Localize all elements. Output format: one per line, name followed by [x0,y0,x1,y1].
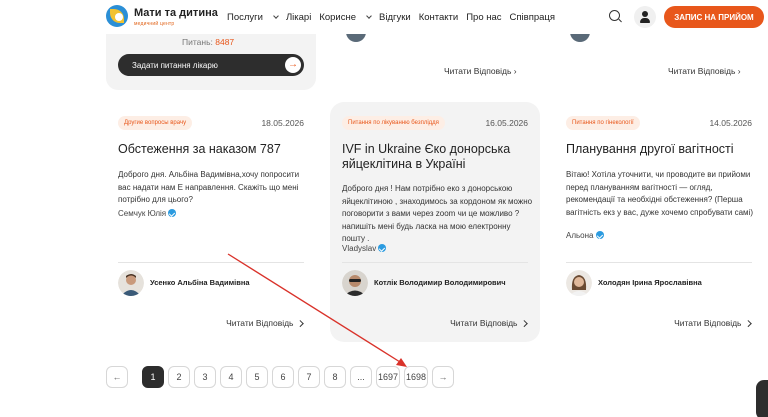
question-date: 14.05.2026 [709,118,752,128]
page-button[interactable]: 7 [298,366,320,388]
question-title[interactable]: Планування другої вагітності [566,142,756,157]
page-ellipsis: ... [350,366,372,388]
page-button[interactable]: 8 [324,366,346,388]
read-answer-link[interactable]: Читати Відповідь › [444,66,517,76]
verified-icon [168,209,177,217]
page-button[interactable]: 1697 [376,366,400,388]
nav-item-contacts[interactable]: Контакти [419,12,459,23]
site-header: Мати та дитина медичний центр Послуги Лі… [0,0,768,34]
divider [118,262,304,263]
brand-subtitle: медичний центр [134,21,175,27]
doctor-name[interactable]: Усенко Альбіна Вадимівна [150,278,250,287]
doctor-avatar [566,270,592,296]
nav-item-useful[interactable]: Корисне [319,12,372,23]
brand-name[interactable]: Мати та дитина [134,7,218,19]
nav-item-partnership[interactable]: Співпраця [510,12,555,23]
page-button[interactable]: 1 [142,366,164,388]
question-body: Вітаю! Хотіла уточнити, чи проводите ви … [566,170,753,217]
doctor-avatar [118,270,144,296]
question-body: Доброго дня. Альбіна Вадимівна,хочу попр… [118,170,300,204]
page-button[interactable]: 3 [194,366,216,388]
arrow-right-icon: → [285,57,301,73]
category-tag[interactable]: Питання по лікуванню безпліддя [342,116,445,130]
question-body: Доброго дня ! Нам потрібно еко з донорсь… [342,184,533,243]
question-card[interactable]: Другие вопросы врачу 18.05.2026 Обстежен… [106,102,316,342]
question-author: Vladyslav [342,243,387,253]
category-tag[interactable]: Питання по гінекології [566,116,640,130]
main-nav: Послуги Лікарі Корисне Відгуки Контакти … [227,12,563,23]
nav-item-about[interactable]: Про нас [466,12,501,23]
read-answer-link[interactable]: Читати Відповідь [674,318,750,328]
question-date: 18.05.2026 [261,118,304,128]
user-account-button[interactable] [634,6,656,28]
prev-page-button[interactable]: ← [106,366,128,388]
divider [566,262,752,263]
page-button[interactable]: 6 [272,366,294,388]
next-page-button[interactable]: → [432,366,454,388]
logo-icon[interactable] [106,5,128,27]
question-card[interactable]: Питання по лікуванню безпліддя 16.05.202… [330,102,540,342]
nav-item-reviews[interactable]: Відгуки [379,12,411,23]
question-title[interactable]: Обстеження за наказом 787 [118,142,308,157]
side-widget-tab[interactable] [756,380,768,417]
doctor-name[interactable]: Холодян Ірина Ярославівна [598,278,702,287]
search-icon[interactable] [609,10,620,21]
category-tag[interactable]: Другие вопросы врачу [118,116,193,130]
read-answer-link[interactable]: Читати Відповідь [226,318,302,328]
pagination: ← 1 2 3 4 5 6 7 8 ... 1697 1698 → [106,366,454,388]
doctor-name[interactable]: Котлік Володимир Володимирович [374,278,506,287]
question-author: Альона [566,230,604,240]
verified-icon [595,231,604,239]
question-date: 16.05.2026 [485,118,528,128]
ask-doctor-button[interactable]: Задати питання лікарю → [118,54,304,76]
questions-count: Питань: 8487 [182,37,235,47]
question-author: Семчук Юлія [118,208,177,218]
question-card[interactable]: Питання по гінекології 14.05.2026 Планув… [554,102,764,342]
divider [342,262,528,263]
page-button[interactable]: 2 [168,366,190,388]
page-button[interactable]: 4 [220,366,242,388]
nav-item-doctors[interactable]: Лікарі [286,12,311,23]
chevron-down-icon [273,13,279,19]
read-answer-link[interactable]: Читати Відповідь [450,318,526,328]
read-answer-link[interactable]: Читати Відповідь › [668,66,741,76]
page-button[interactable]: 5 [246,366,268,388]
page-button[interactable]: 1698 [404,366,428,388]
question-title[interactable]: IVF in Ukraine Єко донорська яйцеклітина… [342,142,532,172]
verified-icon [378,244,387,252]
nav-item-services[interactable]: Послуги [227,12,279,23]
doctor-avatar [342,270,368,296]
chevron-down-icon [366,13,372,19]
ask-doctor-label: Задати питання лікарю [132,61,218,70]
appointment-button[interactable]: ЗАПИС НА ПРИЙОМ [664,6,764,28]
